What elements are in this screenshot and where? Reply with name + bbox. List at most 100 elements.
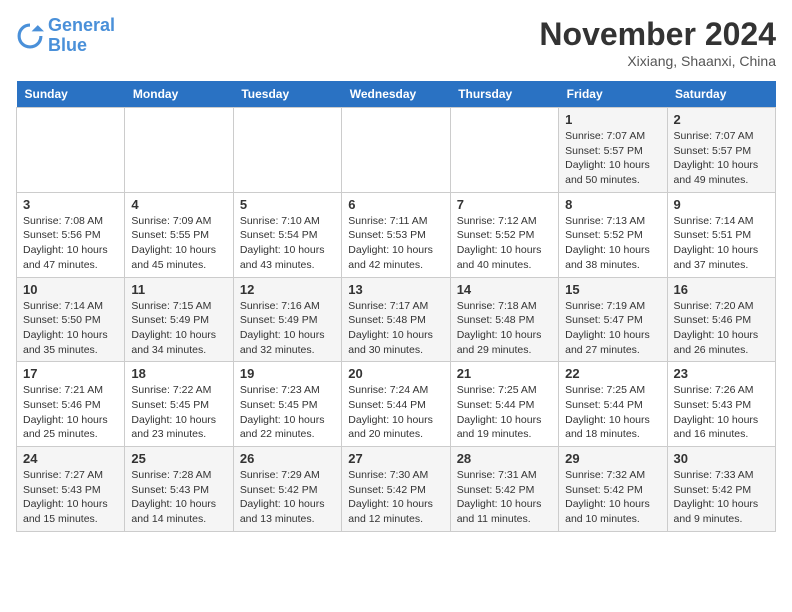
weekday-header: Friday xyxy=(559,81,667,108)
calendar-cell: 25 Sunrise: 7:28 AM Sunset: 5:43 PM Dayli… xyxy=(125,447,233,532)
calendar-cell: 29 Sunrise: 7:32 AM Sunset: 5:42 PM Dayli… xyxy=(559,447,667,532)
day-number: 25 xyxy=(131,451,226,466)
day-number: 21 xyxy=(457,366,552,381)
weekday-header: Tuesday xyxy=(233,81,341,108)
logo-line2: Blue xyxy=(48,35,87,55)
calendar-cell: 21Sunrise: 7:25 AM Sunset: 5:44 PM Dayli… xyxy=(450,362,558,447)
calendar-cell xyxy=(233,108,341,193)
weekday-header: Sunday xyxy=(17,81,125,108)
day-info: Sunrise: 7:29 AM Sunset: 5:42 PM Dayligh… xyxy=(240,468,335,527)
calendar-week-row: 1 Sunrise: 7:07 AM Sunset: 5:57 PM Daylig… xyxy=(17,108,776,193)
day-info: Sunrise: 7:18 AM Sunset: 5:48 PM Dayligh… xyxy=(457,299,552,358)
calendar-cell: 15 Sunrise: 7:19 AM Sunset: 5:47 PM Dayli… xyxy=(559,277,667,362)
calendar-cell: 26Sunrise: 7:29 AM Sunset: 5:42 PM Dayli… xyxy=(233,447,341,532)
weekday-header: Saturday xyxy=(667,81,775,108)
calendar-cell: 6Sunrise: 7:11 AM Sunset: 5:53 PM Daylig… xyxy=(342,192,450,277)
calendar-week-row: 17 Sunrise: 7:21 AM Sunset: 5:46 PM Dayli… xyxy=(17,362,776,447)
calendar-cell: 1 Sunrise: 7:07 AM Sunset: 5:57 PM Daylig… xyxy=(559,108,667,193)
day-info: Sunrise: 7:28 AM Sunset: 5:43 PM Dayligh… xyxy=(131,468,226,527)
day-info: Sunrise: 7:30 AM Sunset: 5:42 PM Dayligh… xyxy=(348,468,443,527)
weekday-header-row: SundayMondayTuesdayWednesdayThursdayFrid… xyxy=(17,81,776,108)
day-info: Sunrise: 7:09 AM Sunset: 5:55 PM Dayligh… xyxy=(131,214,226,273)
day-info: Sunrise: 7:31 AM Sunset: 5:42 PM Dayligh… xyxy=(457,468,552,527)
weekday-header: Thursday xyxy=(450,81,558,108)
calendar-cell: 3Sunrise: 7:08 AM Sunset: 5:56 PM Daylig… xyxy=(17,192,125,277)
day-info: Sunrise: 7:13 AM Sunset: 5:52 PM Dayligh… xyxy=(565,214,660,273)
calendar-cell: 23 Sunrise: 7:26 AM Sunset: 5:43 PM Dayli… xyxy=(667,362,775,447)
day-info: Sunrise: 7:12 AM Sunset: 5:52 PM Dayligh… xyxy=(457,214,552,273)
calendar-week-row: 10 Sunrise: 7:14 AM Sunset: 5:50 PM Dayli… xyxy=(17,277,776,362)
calendar-cell: 5Sunrise: 7:10 AM Sunset: 5:54 PM Daylig… xyxy=(233,192,341,277)
logo-icon xyxy=(16,22,44,50)
day-info: Sunrise: 7:07 AM Sunset: 5:57 PM Dayligh… xyxy=(565,129,660,188)
calendar-week-row: 3Sunrise: 7:08 AM Sunset: 5:56 PM Daylig… xyxy=(17,192,776,277)
day-number: 14 xyxy=(457,282,552,297)
calendar-cell: 16 Sunrise: 7:20 AM Sunset: 5:46 PM Dayli… xyxy=(667,277,775,362)
day-info: Sunrise: 7:19 AM Sunset: 5:47 PM Dayligh… xyxy=(565,299,660,358)
month-title: November 2024 xyxy=(539,16,776,53)
calendar-cell: 28Sunrise: 7:31 AM Sunset: 5:42 PM Dayli… xyxy=(450,447,558,532)
day-number: 19 xyxy=(240,366,335,381)
day-info: Sunrise: 7:17 AM Sunset: 5:48 PM Dayligh… xyxy=(348,299,443,358)
calendar-cell: 11 Sunrise: 7:15 AM Sunset: 5:49 PM Dayli… xyxy=(125,277,233,362)
day-info: Sunrise: 7:21 AM Sunset: 5:46 PM Dayligh… xyxy=(23,383,118,442)
calendar-cell: 20Sunrise: 7:24 AM Sunset: 5:44 PM Dayli… xyxy=(342,362,450,447)
day-number: 11 xyxy=(131,282,226,297)
day-number: 24 xyxy=(23,451,118,466)
calendar-cell: 17 Sunrise: 7:21 AM Sunset: 5:46 PM Dayli… xyxy=(17,362,125,447)
day-number: 15 xyxy=(565,282,660,297)
calendar-cell: 2Sunrise: 7:07 AM Sunset: 5:57 PM Daylig… xyxy=(667,108,775,193)
calendar-cell: 4 Sunrise: 7:09 AM Sunset: 5:55 PM Daylig… xyxy=(125,192,233,277)
calendar-cell: 22Sunrise: 7:25 AM Sunset: 5:44 PM Dayli… xyxy=(559,362,667,447)
location: Xixiang, Shaanxi, China xyxy=(539,53,776,69)
day-info: Sunrise: 7:15 AM Sunset: 5:49 PM Dayligh… xyxy=(131,299,226,358)
day-info: Sunrise: 7:16 AM Sunset: 5:49 PM Dayligh… xyxy=(240,299,335,358)
calendar-cell: 12Sunrise: 7:16 AM Sunset: 5:49 PM Dayli… xyxy=(233,277,341,362)
day-number: 9 xyxy=(674,197,769,212)
day-number: 27 xyxy=(348,451,443,466)
day-info: Sunrise: 7:07 AM Sunset: 5:57 PM Dayligh… xyxy=(674,129,769,188)
calendar-cell: 8Sunrise: 7:13 AM Sunset: 5:52 PM Daylig… xyxy=(559,192,667,277)
day-number: 23 xyxy=(674,366,769,381)
day-number: 1 xyxy=(565,112,660,127)
calendar-cell: 27 Sunrise: 7:30 AM Sunset: 5:42 PM Dayli… xyxy=(342,447,450,532)
day-number: 22 xyxy=(565,366,660,381)
day-number: 29 xyxy=(565,451,660,466)
calendar-week-row: 24 Sunrise: 7:27 AM Sunset: 5:43 PM Dayli… xyxy=(17,447,776,532)
calendar-cell xyxy=(17,108,125,193)
day-info: Sunrise: 7:20 AM Sunset: 5:46 PM Dayligh… xyxy=(674,299,769,358)
day-info: Sunrise: 7:24 AM Sunset: 5:44 PM Dayligh… xyxy=(348,383,443,442)
day-info: Sunrise: 7:22 AM Sunset: 5:45 PM Dayligh… xyxy=(131,383,226,442)
day-info: Sunrise: 7:27 AM Sunset: 5:43 PM Dayligh… xyxy=(23,468,118,527)
day-number: 16 xyxy=(674,282,769,297)
day-info: Sunrise: 7:14 AM Sunset: 5:51 PM Dayligh… xyxy=(674,214,769,273)
calendar-cell: 18 Sunrise: 7:22 AM Sunset: 5:45 PM Dayli… xyxy=(125,362,233,447)
calendar-cell: 24 Sunrise: 7:27 AM Sunset: 5:43 PM Dayli… xyxy=(17,447,125,532)
day-info: Sunrise: 7:08 AM Sunset: 5:56 PM Dayligh… xyxy=(23,214,118,273)
logo: General Blue xyxy=(16,16,115,56)
day-info: Sunrise: 7:32 AM Sunset: 5:42 PM Dayligh… xyxy=(565,468,660,527)
day-number: 17 xyxy=(23,366,118,381)
calendar-cell xyxy=(450,108,558,193)
day-info: Sunrise: 7:11 AM Sunset: 5:53 PM Dayligh… xyxy=(348,214,443,273)
calendar-cell: 30Sunrise: 7:33 AM Sunset: 5:42 PM Dayli… xyxy=(667,447,775,532)
day-number: 10 xyxy=(23,282,118,297)
calendar-cell xyxy=(342,108,450,193)
title-block: November 2024 Xixiang, Shaanxi, China xyxy=(539,16,776,69)
logo-text: General Blue xyxy=(48,16,115,56)
day-number: 4 xyxy=(131,197,226,212)
calendar-cell: 10 Sunrise: 7:14 AM Sunset: 5:50 PM Dayli… xyxy=(17,277,125,362)
calendar-cell xyxy=(125,108,233,193)
day-number: 18 xyxy=(131,366,226,381)
calendar-cell: 14 Sunrise: 7:18 AM Sunset: 5:48 PM Dayli… xyxy=(450,277,558,362)
calendar-table: SundayMondayTuesdayWednesdayThursdayFrid… xyxy=(16,81,776,532)
day-number: 7 xyxy=(457,197,552,212)
weekday-header: Wednesday xyxy=(342,81,450,108)
calendar-cell: 19Sunrise: 7:23 AM Sunset: 5:45 PM Dayli… xyxy=(233,362,341,447)
day-info: Sunrise: 7:14 AM Sunset: 5:50 PM Dayligh… xyxy=(23,299,118,358)
day-info: Sunrise: 7:26 AM Sunset: 5:43 PM Dayligh… xyxy=(674,383,769,442)
calendar-cell: 9 Sunrise: 7:14 AM Sunset: 5:51 PM Daylig… xyxy=(667,192,775,277)
day-number: 13 xyxy=(348,282,443,297)
weekday-header: Monday xyxy=(125,81,233,108)
day-number: 5 xyxy=(240,197,335,212)
